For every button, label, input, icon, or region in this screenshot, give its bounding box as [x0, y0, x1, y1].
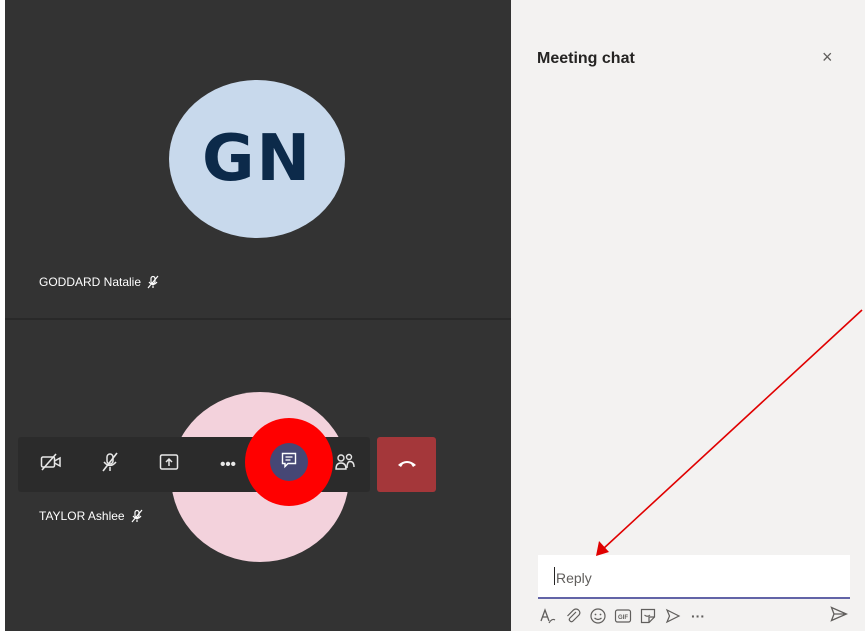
mic-off-icon: [100, 452, 120, 477]
more-icon[interactable]: ···: [688, 605, 708, 627]
share-screen-icon: [159, 453, 179, 476]
participant-avatar: GN: [169, 80, 345, 238]
panel-title: Meeting chat: [537, 50, 635, 67]
reply-input[interactable]: Reply: [538, 555, 850, 599]
participants-icon: [334, 452, 356, 477]
praise-icon[interactable]: [663, 605, 683, 627]
avatar-initials: GN: [201, 122, 313, 196]
emoji-icon[interactable]: [588, 605, 608, 627]
text-caret: [554, 567, 555, 585]
sticker-icon[interactable]: [638, 605, 658, 627]
participant-name: GODDARD Natalie: [39, 275, 142, 289]
reply-placeholder: Reply: [556, 570, 592, 586]
gif-icon[interactable]: GIF: [613, 605, 633, 627]
camera-off-icon: [40, 453, 62, 476]
participant-name: TAYLOR Ashlee: [39, 509, 125, 523]
send-button[interactable]: [828, 605, 850, 627]
participant-name-label: GODDARD Natalie: [39, 275, 160, 289]
share-screen-button[interactable]: [144, 437, 194, 492]
mic-muted-icon: [130, 509, 144, 523]
svg-text:GIF: GIF: [618, 615, 628, 621]
meeting-chat-panel: Meeting chat × Reply GIF ···: [511, 0, 865, 631]
participant-tile-goddard[interactable]: GN GODDARD Natalie: [5, 0, 511, 320]
close-icon[interactable]: ×: [822, 47, 833, 68]
mic-muted-icon: [146, 275, 160, 289]
chat-icon: [280, 451, 298, 474]
chat-button[interactable]: [270, 443, 308, 481]
chat-button-highlight[interactable]: [245, 418, 333, 506]
format-icon[interactable]: [538, 605, 558, 627]
participant-name-label: TAYLOR Ashlee: [39, 509, 144, 523]
video-stage: GN GODDARD Natalie TAYLOR Ashlee •••: [5, 0, 511, 631]
hang-up-icon: [396, 456, 418, 474]
mute-button[interactable]: [85, 437, 135, 492]
more-options-icon: •••: [220, 456, 236, 473]
attach-icon[interactable]: [563, 605, 583, 627]
camera-off-button[interactable]: [26, 437, 76, 492]
send-icon: [830, 605, 849, 627]
hang-up-button[interactable]: [377, 437, 436, 492]
